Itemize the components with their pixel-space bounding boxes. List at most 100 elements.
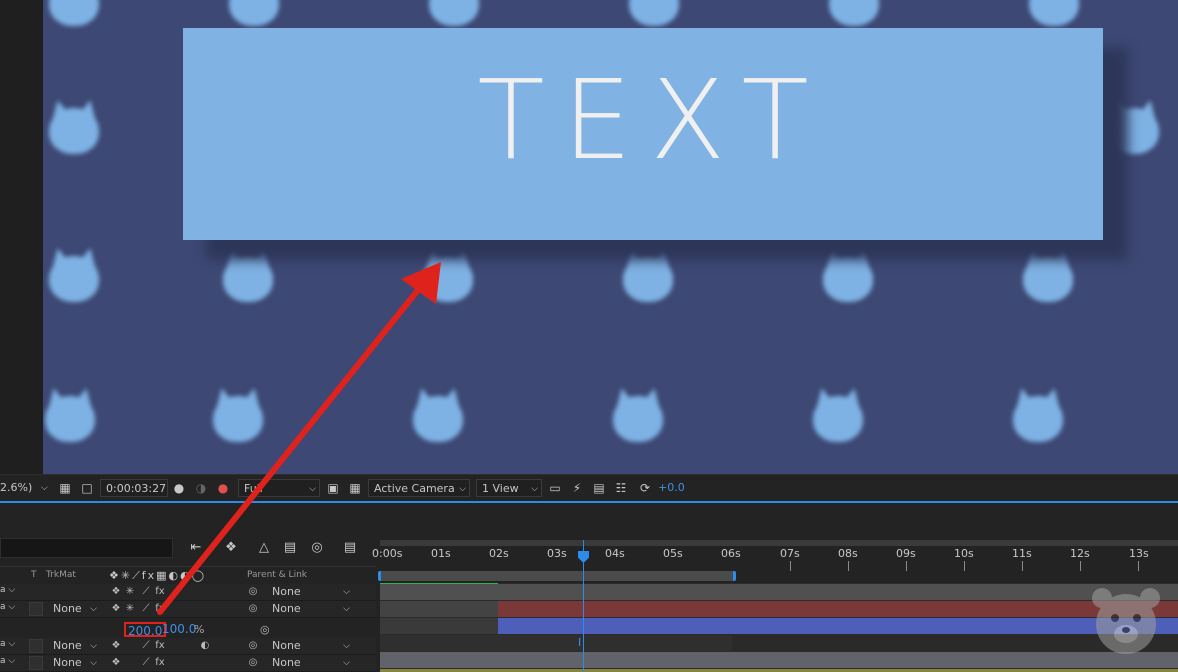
ruler-label: 13s [1129,547,1149,560]
pick-whip-icon[interactable]: ◎ [246,585,260,599]
grid-guide-icon[interactable]: ▦ [58,481,72,495]
ruler-tick [1080,561,1081,571]
chevron-down-icon: ⌵ [343,658,350,668]
mask-visibility-icon[interactable]: □ [80,481,94,495]
layer-bar[interactable] [380,652,1178,668]
track-row [380,652,1178,668]
text-layer-label: TEXT [477,56,827,184]
preserve-transparency-box[interactable] [29,639,43,653]
parent-dropdown[interactable]: None ⌵ [268,602,352,616]
layer-row[interactable]: a ⌵ None ⌵ ❖ ⟋ fx ◎ None ⌵ [0,655,376,672]
pick-whip-icon[interactable]: ◎ [246,639,260,653]
color-channel-icon[interactable]: ● [216,481,230,495]
shy-layers-icon[interactable]: △ [255,539,273,557]
layer-row[interactable]: a ⌵ None ⌵ ❖ ✳ ⟋ fx ◎ None ⌵ [0,601,376,618]
blend-mode-fragment: a ⌵ [0,656,16,666]
chevron-down-icon: ⌵ [459,484,466,494]
pick-whip-icon[interactable]: ◎ [246,656,260,670]
quality-switch-icon[interactable]: ⟋ [139,602,153,616]
collapse-switch-icon[interactable]: ✳ [123,602,137,616]
composition-canvas[interactable]: TEXT [43,0,1178,474]
column-t: T [31,570,37,580]
quality-switch-icon[interactable]: ⟋ [139,656,153,670]
chevron-down-icon: ⌵ [90,604,97,614]
parent-dropdown[interactable]: None ⌵ [268,585,352,599]
exposure-value[interactable]: +0.0 [658,475,685,501]
text-layer[interactable]: TEXT [183,28,1103,240]
view-layout-dropdown[interactable]: 1 View ⌵ [476,479,542,497]
effects-switch-icon[interactable]: fx [153,639,167,653]
parent-dropdown[interactable]: None ⌵ [268,639,352,653]
cat-pattern-icon [607,385,669,444]
keyframe-icon[interactable]: I [578,635,581,651]
cat-pattern-icon [407,385,469,444]
shy-switch-icon[interactable]: ❖ [109,656,123,670]
pick-whip-icon[interactable]: ◎ [246,602,260,616]
preserve-transparency-box[interactable] [29,656,43,670]
reset-exposure-icon[interactable]: ⟳ [638,481,652,495]
ruler-label: 05s [663,547,683,560]
timeline-icon[interactable]: ▤ [592,481,606,495]
expression-pick-whip-icon[interactable]: ◎ [260,623,270,636]
cat-pattern-icon [43,245,105,304]
chevron-down-icon: ⌵ [343,604,350,614]
toggle-pixel-aspect-icon[interactable]: ▭ [548,481,562,495]
scale-x-value[interactable]: 200.0 [124,622,167,638]
shy-switch-icon[interactable]: ❖ [109,639,123,653]
flowchart-icon[interactable]: ☷ [614,481,628,495]
transparency-grid-icon[interactable]: ▦ [348,481,362,495]
effects-switch-icon[interactable]: fx [153,585,167,599]
composition-viewer[interactable]: TEXT [0,0,1178,474]
snapshot-icon[interactable]: ● [172,481,186,495]
track-row [380,584,1178,600]
layer-bar[interactable] [498,601,1178,617]
effects-switch-icon[interactable]: fx [153,656,167,670]
work-area-bar[interactable] [378,571,736,581]
frame-blending-icon[interactable]: ▤ [281,539,299,557]
quality-switch-icon[interactable]: ⟋ [139,585,153,599]
layer-tracks: I [380,583,1178,672]
shy-switch-icon[interactable]: ❖ [109,585,123,599]
chevron-down-icon: ⌵ [343,641,350,651]
trkmat-dropdown[interactable]: None ⌵ [49,602,99,616]
time-ruler[interactable]: 0:00s 01s 02s 03s 04s 05s 06s 07s 08s 09… [372,537,1178,583]
track-row [380,601,1178,617]
region-of-interest-icon[interactable]: ▣ [326,481,340,495]
viewer-toolbar: 2.6%) ⌵ ▦ □ 0:00:03:27 ● ◑ ● Full ⌵ ▣ ▦ … [0,474,1178,501]
magnification-value[interactable]: 2.6%) [0,475,32,501]
trkmat-dropdown[interactable]: None ⌵ [49,639,99,653]
layer-bar[interactable] [498,618,1178,634]
scale-y-value[interactable]: 100.0 [162,622,196,637]
motion-blur-icon[interactable]: ◎ [308,539,326,557]
current-time-display[interactable]: 0:00:03:27 [100,479,168,497]
layer-row[interactable]: a ⌵ ❖ ✳ ⟋ fx ◎ None ⌵ [0,584,376,601]
timeline-panel: ⇤ ❖ △ ▤ ◎ ▤ T TrkMat ❖✳⟋fx▦◐◐◯ Parent & … [0,503,1178,672]
chevron-down-icon[interactable]: ⌵ [41,475,48,501]
effects-switch-icon[interactable]: fx [153,602,167,616]
layer-row[interactable]: a ⌵ None ⌵ ❖ ⟋ fx ◐ ◎ None ⌵ [0,638,376,655]
fast-preview-icon[interactable]: ⚡ [570,481,584,495]
show-snapshot-icon[interactable]: ◑ [194,481,208,495]
parent-dropdown[interactable]: None ⌵ [268,656,352,670]
camera-dropdown[interactable]: Active Camera ⌵ [368,479,470,497]
ruler-tick [964,561,965,571]
ruler-label: 09s [896,547,916,560]
quality-switch-icon[interactable]: ⟋ [139,639,153,653]
cat-pattern-icon [43,385,101,444]
comp-mini-flowchart-icon[interactable]: ⇤ [187,539,205,557]
preserve-transparency-box[interactable] [29,602,43,616]
ruler-tick [1138,561,1139,571]
time-navigator[interactable] [380,540,1178,546]
shy-switch-icon[interactable]: ❖ [109,602,123,616]
graph-editor-icon[interactable]: ▤ [341,539,359,557]
resolution-dropdown[interactable]: Full ⌵ [238,479,320,497]
collapse-switch-icon[interactable]: ✳ [123,585,137,599]
ruler-label: 07s [780,547,800,560]
layer-bar[interactable] [380,584,1178,600]
cat-pattern-icon [43,0,105,28]
trkmat-dropdown[interactable]: None ⌵ [49,656,99,670]
layer-search-input[interactable] [0,538,173,558]
adjustment-layer-icon[interactable]: ◐ [198,639,212,653]
draft-3d-icon[interactable]: ❖ [222,539,240,557]
bear-watermark-icon [1092,588,1160,654]
